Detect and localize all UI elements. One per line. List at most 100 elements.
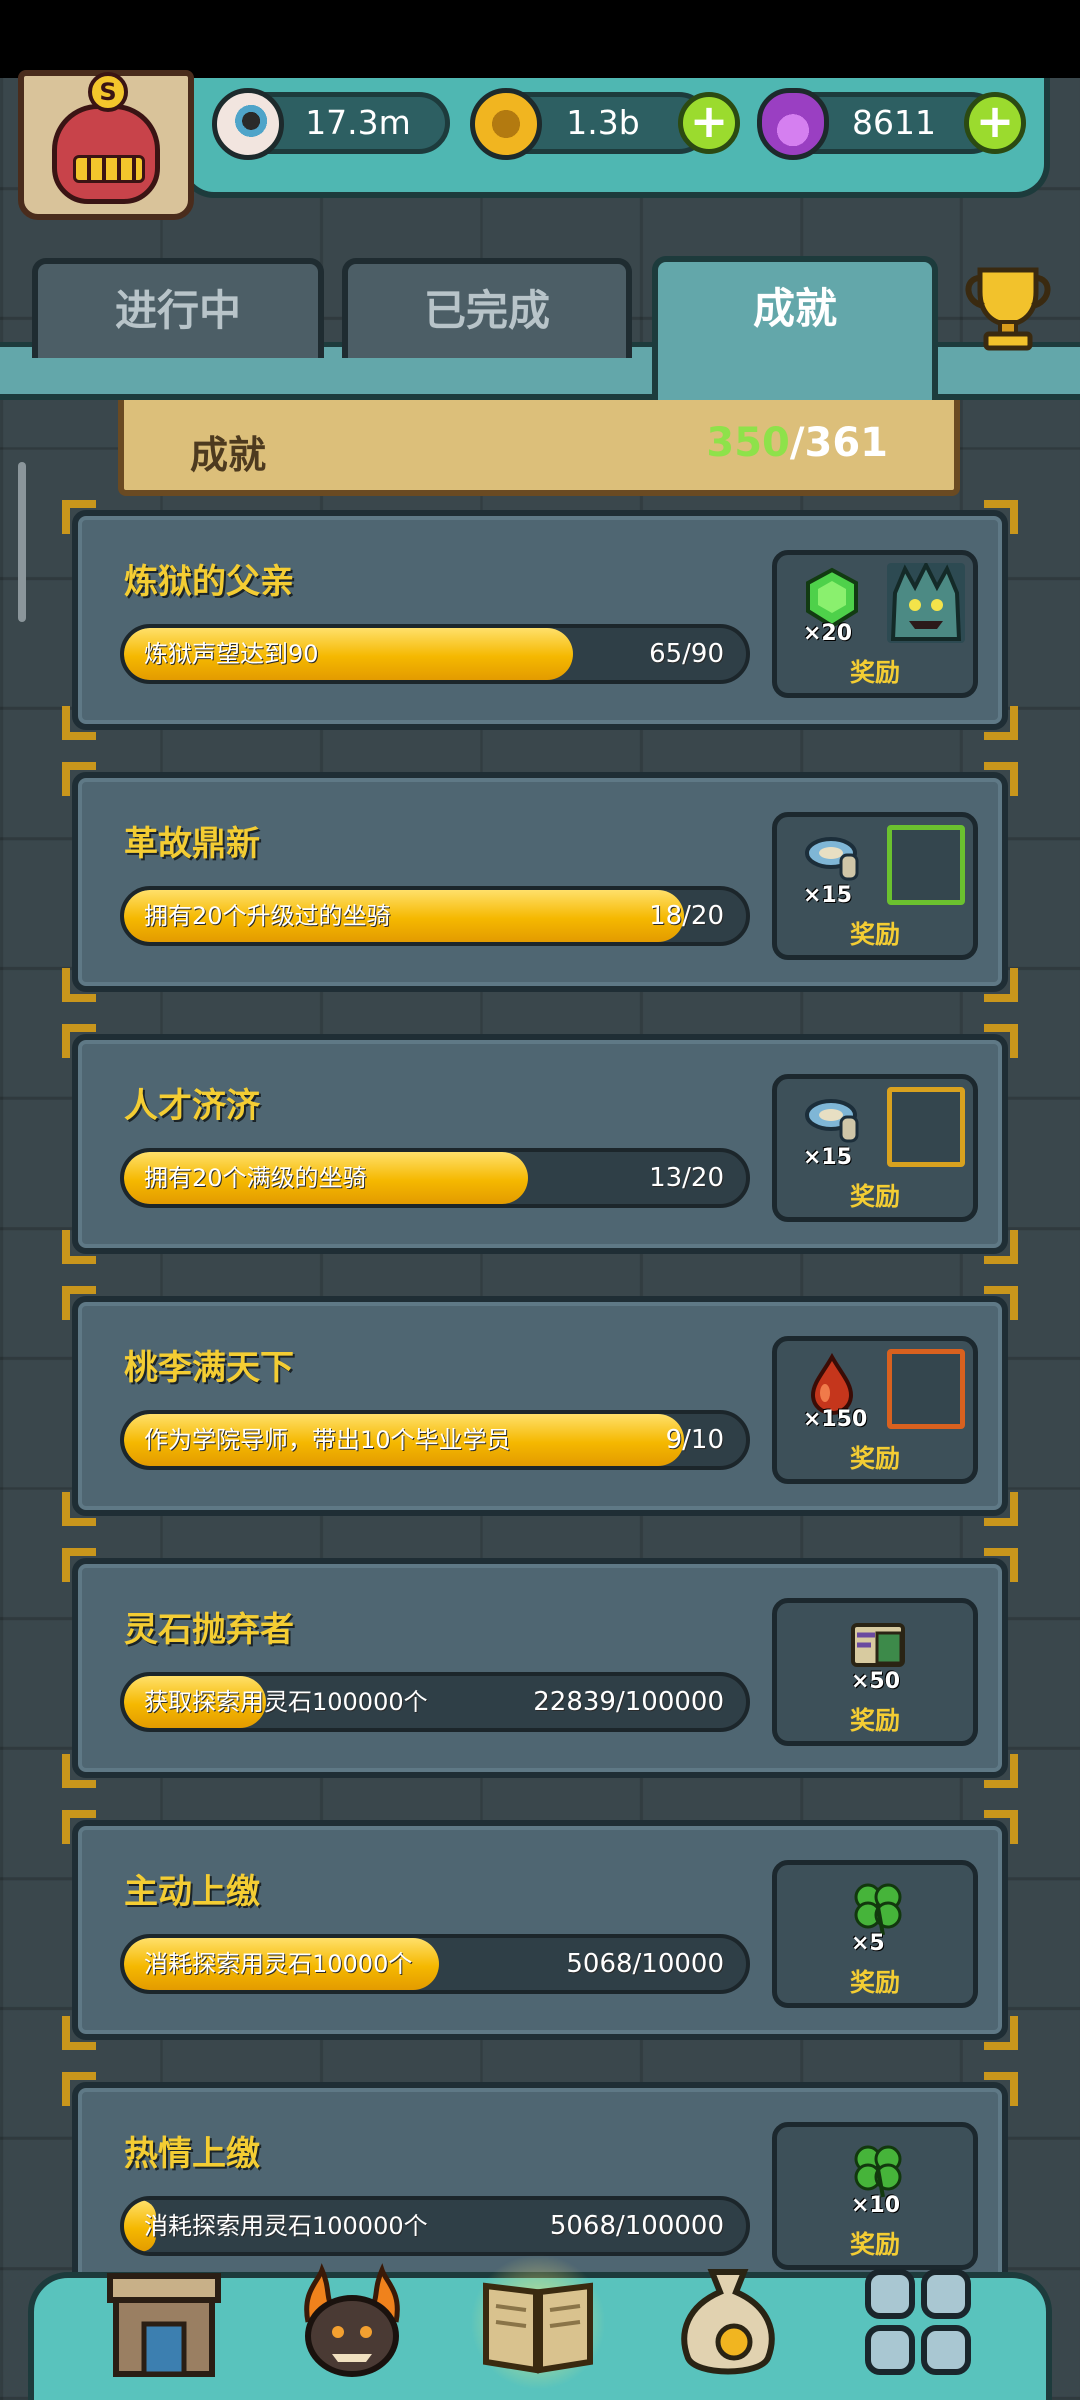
reward-item: ×5 (839, 1873, 917, 1956)
tab-completed[interactable]: 已完成 (342, 258, 632, 358)
achievement-title: 主动上缴 (124, 1872, 260, 1912)
achievement-progress-value: 9/10 (665, 1425, 724, 1455)
card-corner (62, 1754, 96, 1788)
reward-label: 奖励 (849, 1706, 900, 1735)
achievement-progress-bar: 消耗探索用灵石100000个 5068/100000 (120, 2196, 750, 2256)
achievement-progress-value: 5068/10000 (566, 1949, 724, 1979)
avatar-monster-face (52, 104, 160, 204)
card-corner (62, 1286, 96, 1320)
reward-box[interactable]: ×15 奖励 (772, 812, 978, 960)
reward-quantity: ×15 (803, 883, 853, 908)
reward-item: ×15 (793, 1087, 871, 1170)
book-nav-item[interactable] (470, 2254, 606, 2390)
achievement-card: 热情上缴 消耗探索用灵石100000个 5068/100000 ×10 奖励 (62, 2072, 1018, 2276)
add-coins-button[interactable]: + (678, 92, 740, 154)
achievement-title: 炼狱的父亲 (124, 562, 294, 602)
reward-label: 奖励 (849, 2230, 900, 2259)
trophy-icon[interactable] (958, 262, 1058, 354)
card-corner (984, 1492, 1018, 1526)
player-avatar[interactable]: S (18, 70, 194, 220)
reward-box[interactable]: ×50 奖励 (772, 1598, 978, 1746)
reward-box[interactable]: ×10 奖励 (772, 2122, 978, 2270)
orange-frame (887, 1349, 965, 1429)
monster-portrait-frame (887, 560, 965, 643)
achievement-progress-bar: 拥有20个升级过的坐骑 18/20 (120, 886, 750, 946)
achievement-card: 桃李满天下 作为学院导师，带出10个毕业学员 9/10 ×150 奖励 (62, 1286, 1018, 1526)
achievement-header-title: 成就 (190, 433, 267, 477)
grid-menu-icon[interactable] (858, 2262, 978, 2382)
green-frame (887, 825, 965, 905)
monster-portrait-icon (890, 560, 962, 641)
clover-icon (854, 2145, 902, 2198)
card-corner (984, 706, 1018, 740)
achievement-title: 热情上缴 (124, 2134, 260, 2174)
achievement-progress-value: 18/20 (649, 901, 724, 931)
card-corner (62, 1548, 96, 1582)
achievement-count-separator: / (789, 420, 805, 466)
card-corner (62, 706, 96, 740)
achievement-count-current: 350 (706, 420, 790, 466)
reward-box[interactable]: ×150 奖励 (772, 1336, 978, 1484)
achievement-card: 炼狱的父亲 炼狱声望达到90 65/90 ×20 奖励 (62, 500, 1018, 740)
flame-beast-icon[interactable] (292, 2262, 412, 2382)
open-book-icon (483, 2282, 593, 2374)
achievement-title: 桃李满天下 (124, 1348, 294, 1388)
reward-quantity: ×10 (851, 2193, 901, 2218)
achievement-card: 革故鼎新 拥有20个升级过的坐骑 18/20 ×15 奖励 (62, 762, 1018, 1002)
achievement-progress-bar: 获取探索用灵石100000个 22839/100000 (120, 1672, 750, 1732)
card-corner (62, 500, 96, 534)
card-corner (984, 2072, 1018, 2106)
card-corner (984, 1810, 1018, 1844)
achievement-progress-value: 13/20 (649, 1163, 724, 1193)
reward-quantity: ×50 (851, 1669, 901, 1694)
achievement-progress-value: 65/90 (649, 639, 724, 669)
reward-box[interactable]: ×20 奖励 (772, 550, 978, 698)
reward-label: 奖励 (849, 1182, 900, 1211)
achievement-progress-bar: 作为学院导师，带出10个毕业学员 9/10 (120, 1410, 750, 1470)
achievement-progress-bar: 炼狱声望达到90 65/90 (120, 624, 750, 684)
reward-box[interactable]: ×5 奖励 (772, 1860, 978, 2008)
achievement-card: 灵石抛弃者 获取探索用灵石100000个 22839/100000 ×50 奖励 (62, 1548, 1018, 1788)
achievement-description: 消耗探索用灵石10000个 (144, 1950, 413, 1978)
achievement-title: 革故鼎新 (124, 824, 260, 864)
reward-item: ×20 (793, 563, 871, 646)
achievement-progress-bar: 消耗探索用灵石10000个 5068/10000 (120, 1934, 750, 1994)
reward-label: 奖励 (849, 1444, 900, 1473)
achievement-description: 获取探索用灵石100000个 (144, 1688, 428, 1716)
card-corner (62, 1810, 96, 1844)
mount-gear-icon (805, 837, 859, 881)
coin-icon (470, 88, 542, 160)
reward-item: ×150 (793, 1349, 871, 1432)
card-corner (62, 1024, 96, 1058)
tab-in-progress[interactable]: 进行中 (32, 258, 324, 358)
reward-item: ×10 (839, 2135, 917, 2218)
achievement-count: 350/361 (706, 420, 888, 466)
card-corner (984, 1286, 1018, 1320)
card-corner (62, 2072, 96, 2106)
reward-quantity: ×150 (803, 1407, 868, 1432)
money-bag-icon[interactable] (668, 2262, 788, 2382)
reward-quantity: ×5 (851, 1931, 885, 1956)
shop-building-icon[interactable] (104, 2262, 224, 2382)
reward-quantity: ×15 (803, 1145, 853, 1170)
add-potions-button[interactable]: + (964, 92, 1026, 154)
achievement-description: 拥有20个满级的坐骑 (144, 1164, 367, 1192)
tab-achievements[interactable]: 成就 (652, 256, 938, 402)
achievement-list[interactable]: 炼狱的父亲 炼狱声望达到90 65/90 ×20 奖励 革故鼎新 拥有20个升级… (0, 496, 1080, 2276)
gold-frame (887, 1087, 965, 1167)
reward-label: 奖励 (849, 1968, 900, 1997)
card-corner (62, 1230, 96, 1264)
reward-box[interactable]: ×15 奖励 (772, 1074, 978, 1222)
reward-label: 奖励 (849, 920, 900, 949)
card-corner (984, 2016, 1018, 2050)
achievement-title: 人才济济 (124, 1086, 260, 1126)
card-corner (984, 762, 1018, 796)
card-corner (984, 1754, 1018, 1788)
card-corner (62, 968, 96, 1002)
map-scroll-icon (851, 1623, 905, 1667)
clover-icon (854, 1883, 902, 1936)
card-corner (62, 762, 96, 796)
achievement-title: 灵石抛弃者 (124, 1610, 294, 1650)
achievement-header: 成就 350/361 (118, 400, 960, 496)
achievement-card: 人才济济 拥有20个满级的坐骑 13/20 ×15 奖励 (62, 1024, 1018, 1264)
